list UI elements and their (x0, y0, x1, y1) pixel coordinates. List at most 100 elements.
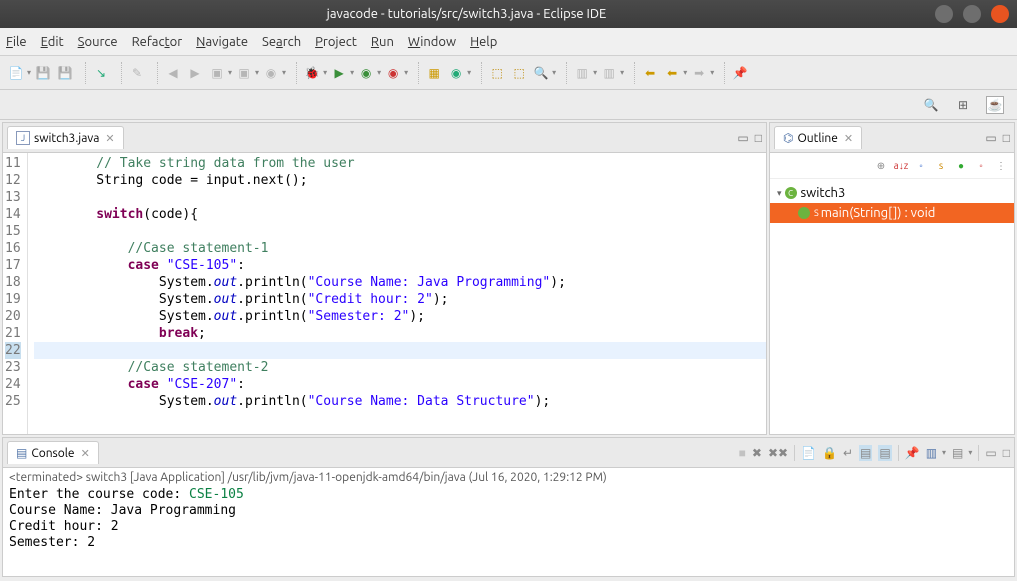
build-icon[interactable]: ▣ (208, 64, 226, 82)
menu-icon[interactable]: ⋮ (994, 159, 1008, 173)
terminate-icon[interactable]: ■ (739, 446, 746, 460)
close-icon[interactable]: ✕ (844, 132, 853, 145)
class-icon: C (785, 187, 797, 199)
minimize-pane-icon[interactable]: ▭ (985, 131, 996, 145)
pin-icon[interactable]: 📌 (731, 64, 749, 82)
show-console-icon[interactable]: ▤ (859, 445, 872, 461)
menu-file[interactable]: File (6, 35, 27, 49)
main-toolbar: 📄▾ 💾 💾 ↘ ✎ ◀ ▶ ▣▾ ▣▾ ◉▾ 🐞▾ ▶▾ ◉▾ ◉▾ ▦ ◉▾… (0, 56, 1017, 90)
outline-title: Outline (797, 132, 837, 145)
back2-icon[interactable]: ⬅ (663, 64, 681, 82)
menu-help[interactable]: Help (470, 35, 497, 49)
method-icon (798, 207, 810, 219)
toggle2-icon[interactable]: ▥ (600, 64, 618, 82)
java-file-icon: J (16, 131, 30, 145)
console-tabs: ▤ Console ✕ ■ ✖ ✖✖ 📄 🔒 ↵ ▤ ▤ 📌 ▥▾ ▤▾ ▭ □ (3, 438, 1014, 468)
open-task-icon[interactable]: ⬚ (510, 64, 528, 82)
focus-icon[interactable]: ⊕ (874, 159, 888, 173)
console-tab[interactable]: ▤ Console ✕ (7, 441, 99, 464)
outline-method-label: main(String[]) : void (821, 206, 936, 220)
titlebar: javacode - tutorials/src/switch3.java - … (0, 0, 1017, 28)
console-pane: ▤ Console ✕ ■ ✖ ✖✖ 📄 🔒 ↵ ▤ ▤ 📌 ▥▾ ▤▾ ▭ □… (2, 437, 1015, 577)
display-icon[interactable]: ▥ (926, 446, 937, 460)
show-console2-icon[interactable]: ▤ (878, 445, 891, 461)
outline-tree: ▾ C switch3 S main(String[]) : void (770, 179, 1014, 227)
new-icon[interactable]: 📄 (7, 64, 25, 82)
undo-icon[interactable]: ◀ (164, 64, 182, 82)
close-button[interactable] (991, 5, 1009, 23)
menubar: File Edit Source Refactor Navigate Searc… (0, 28, 1017, 56)
open-persp-icon[interactable]: ⊞ (954, 96, 972, 114)
ext-tools-icon[interactable]: ◉ (384, 64, 402, 82)
maximize-pane-icon[interactable]: □ (1003, 446, 1010, 460)
maximize-pane-icon[interactable]: □ (1003, 131, 1010, 145)
sort-icon[interactable]: a↓z (894, 159, 908, 173)
outline-pane: ⌬ Outline ✕ ▭ □ ⊕ a↓z ◦ s ● ◦ ⋮ ▾ C swit… (769, 122, 1015, 435)
new-pkg-icon[interactable]: ▦ (425, 64, 443, 82)
chevron-down-icon[interactable]: ▾ (777, 188, 782, 199)
outline-method-row[interactable]: S main(String[]) : void (770, 203, 1014, 223)
outline-tab[interactable]: ⌬ Outline ✕ (774, 126, 862, 149)
editor-pane: J switch3.java ✕ ▭ □ 1112131415161718192… (2, 122, 767, 435)
outline-class-row[interactable]: ▾ C switch3 (770, 183, 1014, 203)
search-global-icon[interactable]: 🔍 (922, 96, 940, 114)
coverage-icon[interactable]: ◉ (357, 64, 375, 82)
menu-run[interactable]: Run (371, 35, 394, 49)
run-icon[interactable]: ▶ (330, 64, 348, 82)
remove-all-icon[interactable]: ✖✖ (768, 446, 788, 460)
class-icon[interactable]: ◉ (262, 64, 280, 82)
redo-icon[interactable]: ▶ (186, 64, 204, 82)
menu-search[interactable]: Search (262, 35, 301, 49)
back-icon[interactable]: ⬅ (641, 64, 659, 82)
menu-source[interactable]: Source (78, 35, 118, 49)
minimize-pane-icon[interactable]: ▭ (985, 446, 996, 460)
outline-class-label: switch3 (801, 186, 846, 200)
pkg-icon[interactable]: ▣ (235, 64, 253, 82)
close-icon[interactable]: ✕ (81, 447, 90, 460)
maximize-pane-icon[interactable]: □ (755, 131, 762, 145)
hide-local-icon[interactable]: ◦ (974, 159, 988, 173)
wand-icon[interactable]: ↘ (92, 64, 110, 82)
outline-tabs: ⌬ Outline ✕ ▭ □ (770, 123, 1014, 153)
console-output[interactable]: Enter the course code: CSE-105Course Nam… (3, 487, 1014, 551)
search-icon[interactable]: 🔍 (532, 64, 550, 82)
open-type-icon[interactable]: ⬚ (488, 64, 506, 82)
tab-label: switch3.java (34, 132, 99, 145)
code-editor[interactable]: 111213141516171819202122232425 // Take s… (3, 153, 766, 434)
clear-icon[interactable]: 📄 (801, 446, 816, 460)
menu-window[interactable]: Window (408, 35, 456, 49)
maximize-button[interactable] (963, 5, 981, 23)
remove-icon[interactable]: ✖ (752, 446, 762, 460)
window-title: javacode - tutorials/src/switch3.java - … (8, 7, 925, 21)
save-all-icon[interactable]: 💾 (56, 64, 74, 82)
main-area: J switch3.java ✕ ▭ □ 1112131415161718192… (0, 120, 1017, 437)
console-header: <terminated> switch3 [Java Application] … (3, 468, 1014, 487)
fwd-icon[interactable]: ➡ (690, 64, 708, 82)
menu-project[interactable]: Project (315, 35, 357, 49)
minimize-pane-icon[interactable]: ▭ (737, 131, 748, 145)
close-icon[interactable]: ✕ (105, 132, 114, 145)
word-wrap-icon[interactable]: ↵ (843, 446, 853, 460)
new-console-icon[interactable]: ▤ (952, 446, 963, 460)
menu-refactor[interactable]: Refactor (132, 35, 183, 49)
java-persp-icon[interactable]: ☕ (986, 96, 1004, 114)
tool-icon[interactable]: ✎ (128, 64, 146, 82)
new-class-icon[interactable]: ◉ (447, 64, 465, 82)
console-icon: ▤ (16, 446, 27, 460)
editor-tabs: J switch3.java ✕ ▭ □ (3, 123, 766, 153)
menu-edit[interactable]: Edit (41, 35, 64, 49)
editor-tab-switch3[interactable]: J switch3.java ✕ (7, 126, 124, 149)
pin-console-icon[interactable]: 📌 (905, 446, 920, 460)
hide-fields-icon[interactable]: ◦ (914, 159, 928, 173)
hide-nonpublic-icon[interactable]: ● (954, 159, 968, 173)
perspective-bar: 🔍 ⊞ ☕ (0, 90, 1017, 120)
hide-static-icon[interactable]: s (934, 159, 948, 173)
debug-icon[interactable]: 🐞 (303, 64, 321, 82)
menu-navigate[interactable]: Navigate (196, 35, 248, 49)
save-icon[interactable]: 💾 (34, 64, 52, 82)
outline-toolbar: ⊕ a↓z ◦ s ● ◦ ⋮ (770, 153, 1014, 179)
console-title: Console (31, 447, 74, 460)
scroll-lock-icon[interactable]: 🔒 (822, 446, 837, 460)
minimize-button[interactable] (935, 5, 953, 23)
toggle-icon[interactable]: ▥ (573, 64, 591, 82)
